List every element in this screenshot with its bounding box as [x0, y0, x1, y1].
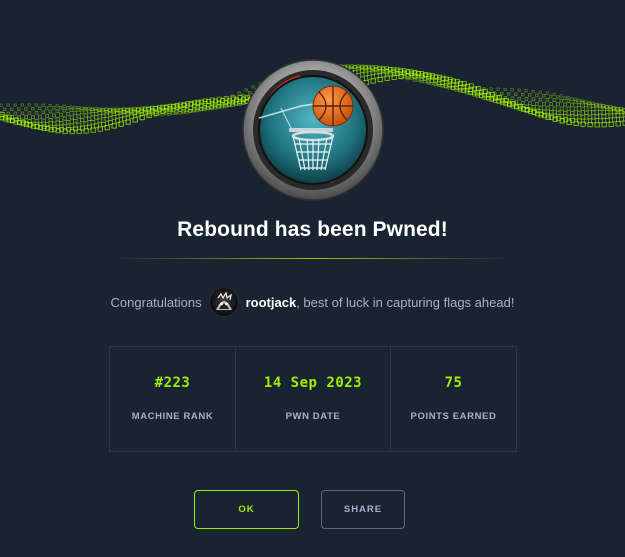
avatar[interactable]	[208, 287, 239, 317]
stat-points-earned: 75 POINTS EARNED	[391, 347, 516, 451]
machine-rank-value: #223	[154, 375, 191, 391]
machine-rank-label: MACHINE RANK	[131, 411, 214, 422]
congrats-suffix: , best of luck in capturing flags ahead!	[296, 294, 515, 310]
basketball-hoop-icon	[242, 59, 384, 201]
divider	[113, 258, 513, 259]
avatar-icon	[215, 291, 232, 310]
page-title: Rebound has been Pwned!	[177, 218, 448, 241]
points-earned-value: 75	[444, 375, 463, 391]
ok-button[interactable]: OK	[194, 490, 299, 529]
stats-panel: #223 MACHINE RANK 14 Sep 2023 PWN DATE 7…	[109, 346, 517, 452]
share-button[interactable]: SHARE	[321, 490, 405, 529]
stat-pwn-date: 14 Sep 2023 PWN DATE	[236, 347, 391, 451]
username-link[interactable]: rootjack	[246, 295, 297, 310]
pwned-dialog: Rebound has been Pwned! Congratulations …	[0, 0, 625, 557]
pwn-date-value: 14 Sep 2023	[263, 375, 363, 391]
congratulations-message: Congratulations rootjack , best of luck …	[0, 287, 625, 317]
stat-machine-rank: #223 MACHINE RANK	[110, 347, 236, 451]
points-earned-label: POINTS EARNED	[410, 411, 497, 422]
pwn-date-label: PWN DATE	[285, 411, 341, 422]
congrats-prefix: Congratulations	[110, 294, 202, 310]
